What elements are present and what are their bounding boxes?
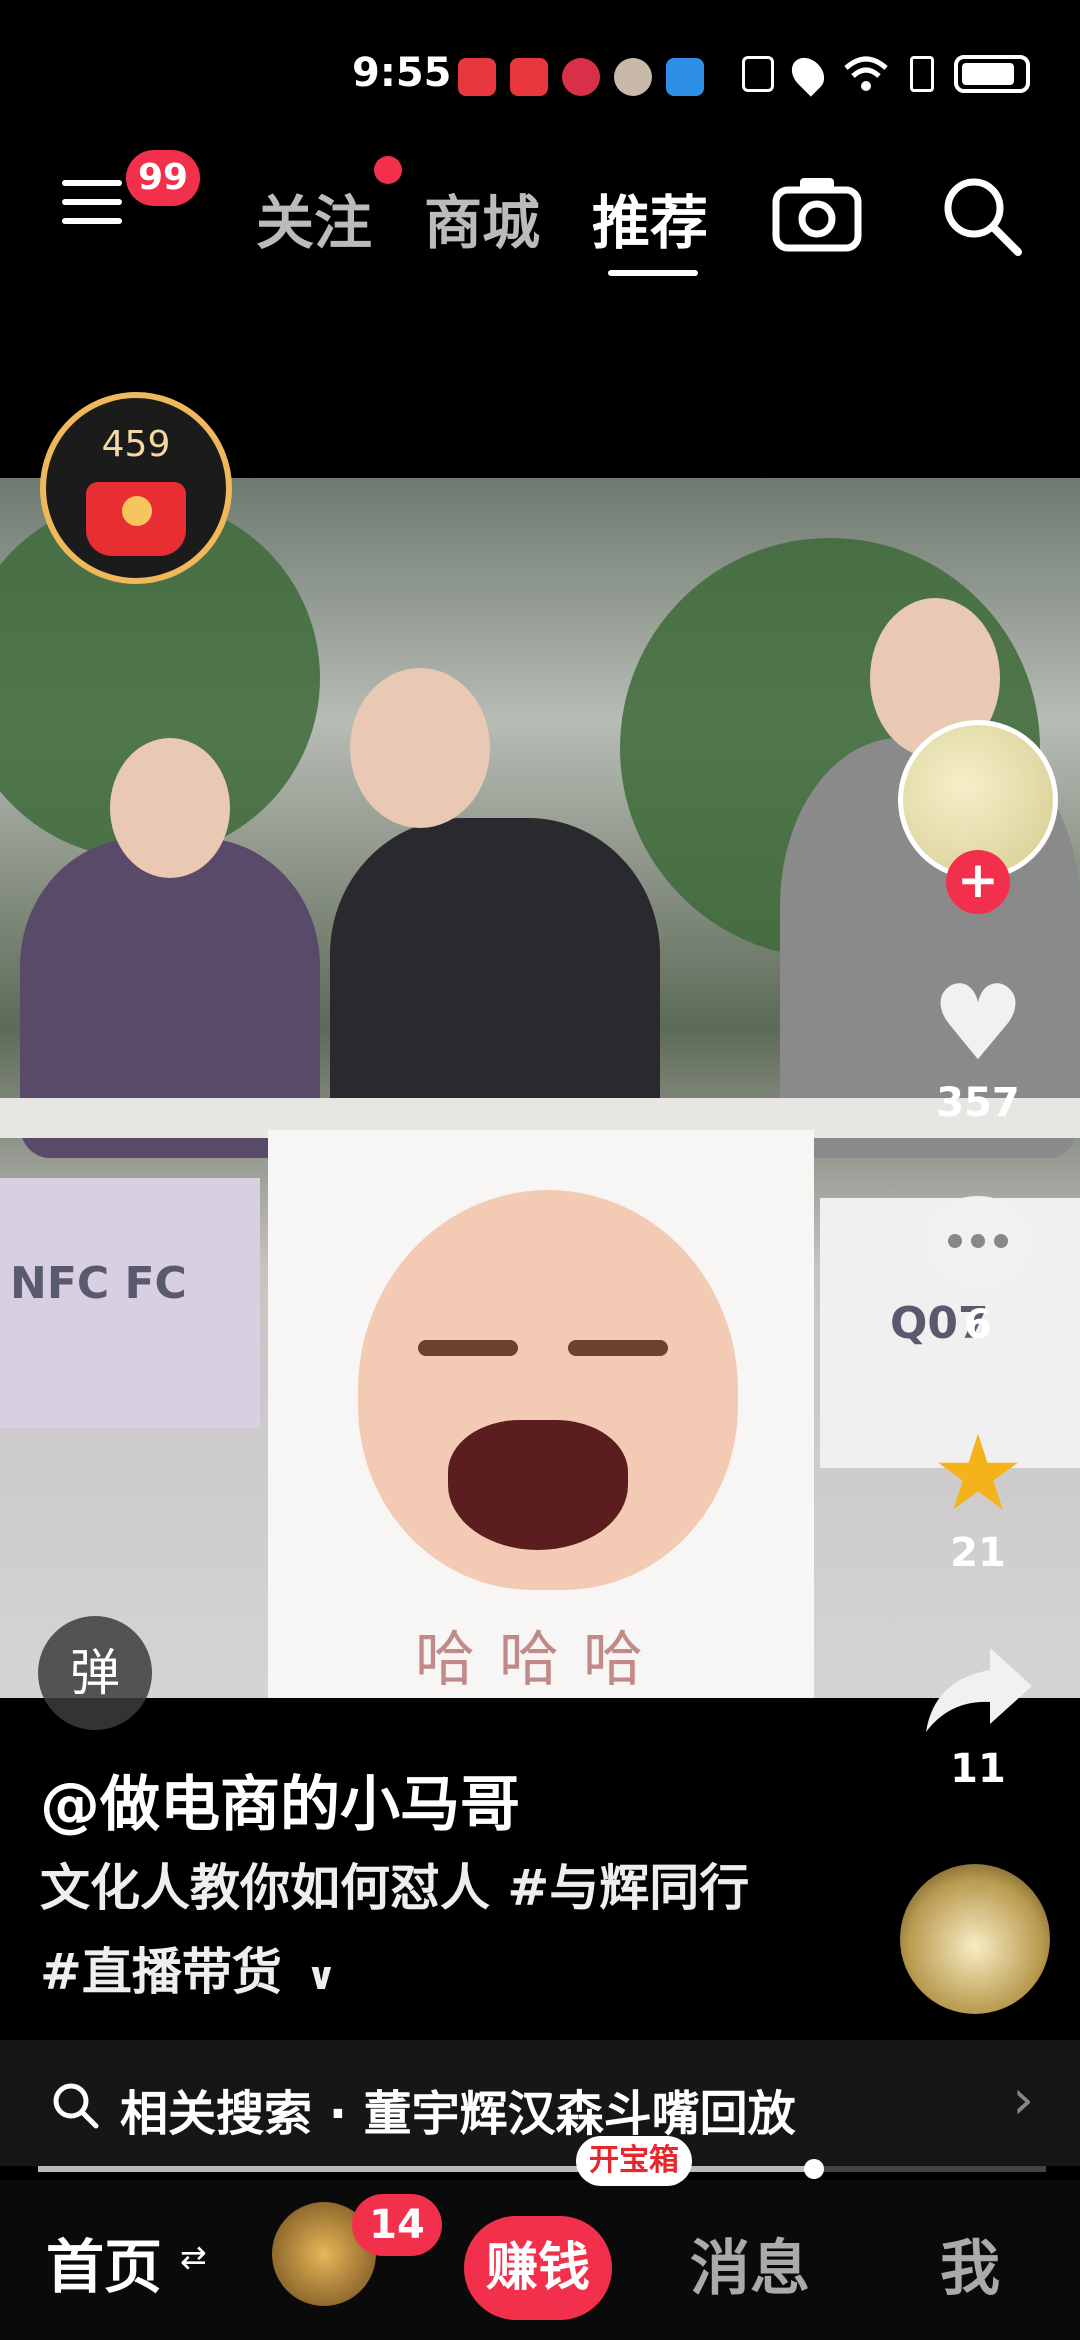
search-icon[interactable] (940, 174, 1024, 258)
status-bar: 9:55 (0, 0, 1080, 150)
comment-count: 6 (964, 1302, 992, 1348)
product-box-left: NFC FC (0, 1178, 260, 1428)
author-name[interactable]: @做电商的小马哥 (40, 1756, 520, 1843)
alert-icon (910, 56, 934, 92)
blue-app-icon (666, 58, 704, 96)
video-description[interactable]: 文化人教你如何怼人 #与辉同行 #直播带货 ∨ (40, 1846, 760, 2018)
camera-icon[interactable] (772, 174, 862, 254)
like-button[interactable]: ♥ 357 (912, 968, 1044, 1126)
treasure-chest-badge[interactable]: 开宝箱 (576, 2136, 692, 2186)
friends-badge: 14 (352, 2194, 442, 2256)
description-text: 文化人教你如何怼人 #与辉同行 #直播带货 (40, 1859, 750, 2001)
share-count: 11 (950, 1746, 1006, 1792)
top-nav: 99 关注 商城 推荐 (0, 150, 1080, 300)
active-tab-indicator (608, 270, 698, 276)
red-app-icon (562, 58, 600, 96)
nav-me[interactable]: 我 (940, 2220, 1000, 2307)
nav-messages[interactable]: 消息 (690, 2220, 810, 2307)
red-packet-timer[interactable]: 459 (40, 392, 232, 584)
huawei-app-icon (458, 58, 496, 96)
progress-knob[interactable] (804, 2159, 825, 2179)
sticker-caption: 哈哈哈 (415, 1625, 667, 1695)
status-time: 9:55 (352, 50, 452, 96)
comment-icon (924, 1196, 1032, 1288)
nav-earn-button[interactable]: 赚钱 (464, 2216, 612, 2320)
swap-icon[interactable]: ⇄ (180, 2238, 207, 2276)
location-icon (785, 51, 831, 97)
wifi-icon (844, 56, 888, 91)
related-search-bar[interactable]: 相关搜索 · 董宇辉汉森斗嘴回放 › (0, 2040, 1080, 2166)
laughing-baby-sticker: 哈哈哈 (268, 1130, 814, 1698)
tab-mall[interactable]: 商城 (424, 176, 540, 260)
heart-icon: ♥ (931, 962, 1025, 1084)
system-icons (742, 51, 1030, 97)
menu-icon[interactable] (62, 180, 122, 240)
tab-following[interactable]: 关注 (256, 176, 372, 260)
tab-recommend[interactable]: 推荐 (592, 176, 708, 260)
huawei-app-icon (510, 58, 548, 96)
like-count: 357 (936, 1080, 1020, 1126)
notification-icons (458, 58, 704, 96)
nfc-icon (742, 56, 774, 92)
red-packet-count: 459 (101, 424, 171, 465)
baby-eye (418, 1340, 518, 1356)
person-center-head (350, 668, 490, 828)
share-button[interactable]: 11 (912, 1640, 1044, 1792)
person-left-head (110, 738, 230, 878)
music-disc[interactable] (900, 1864, 1050, 2014)
chevron-down-icon[interactable]: ∨ (306, 1934, 337, 2018)
avatar-app-icon (614, 58, 652, 96)
baby-mouth (448, 1420, 628, 1550)
comment-button[interactable]: 6 (912, 1196, 1044, 1348)
bottom-nav: 首页 ⇄ 14 赚钱 消息 我 (0, 2180, 1080, 2340)
progress-fill (38, 2166, 815, 2172)
danmu-toggle-button[interactable]: 弹 (38, 1616, 152, 1730)
search-icon (53, 2083, 99, 2129)
chevron-right-icon: › (1012, 2068, 1034, 2131)
coin-icon (122, 496, 152, 526)
menu-badge: 99 (126, 150, 201, 206)
product-box-left-text: NFC FC (10, 1258, 187, 1309)
share-icon (926, 1648, 1032, 1732)
favorite-count: 21 (950, 1530, 1006, 1576)
baby-eye (568, 1340, 668, 1356)
follow-button[interactable]: + (946, 850, 1010, 914)
related-search-text: 相关搜索 · 董宇辉汉森斗嘴回放 (120, 2086, 796, 2142)
star-icon: ★ (931, 1412, 1025, 1534)
video-progress-bar[interactable] (38, 2159, 1046, 2179)
battery-icon (954, 55, 1030, 93)
nav-home[interactable]: 首页 (46, 2220, 162, 2304)
favorite-button[interactable]: ★ 21 (912, 1418, 1044, 1576)
tab-following-dot (374, 156, 402, 184)
